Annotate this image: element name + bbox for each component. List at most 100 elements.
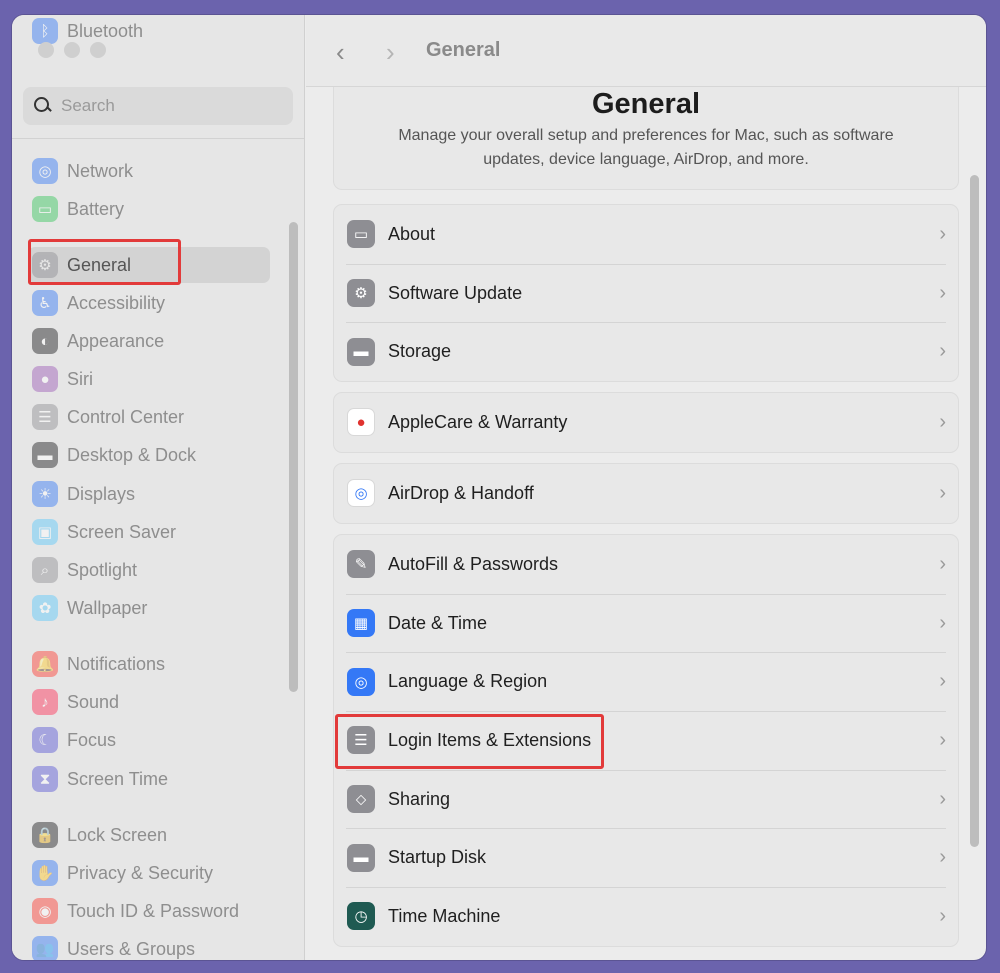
sidebar-item-touch-id-password[interactable]: ◉ Touch ID & Password	[32, 893, 270, 929]
time-machine-icon: ◷	[347, 902, 375, 931]
bluetooth-icon: ᛒ	[32, 18, 58, 44]
sidebar-item-battery[interactable]: ▭ Battery	[32, 191, 270, 227]
chevron-right-icon: ›	[939, 340, 946, 363]
sidebar-item-accessibility[interactable]: ♿ Accessibility	[32, 285, 270, 321]
autofill-icon: ✎	[347, 550, 375, 579]
sidebar-item-label: Desktop & Dock	[67, 444, 197, 465]
sidebar-item-spotlight[interactable]: ⌕ Spotlight	[32, 552, 270, 588]
sidebar-item-label: Bluetooth	[67, 20, 144, 41]
settings-row-applecare-warranty[interactable]: ● AppleCare & Warranty ›	[334, 393, 958, 452]
sidebar-item-label: General	[67, 254, 132, 275]
search-placeholder: Search	[61, 96, 115, 115]
settings-row-storage[interactable]: ▬ Storage ›	[334, 322, 958, 381]
settings-row-language-region[interactable]: ◎ Language & Region ›	[334, 652, 958, 711]
settings-row-airdrop-handoff[interactable]: ◎ AirDrop & Handoff ›	[334, 464, 958, 523]
control-center-icon: ☰	[32, 404, 58, 430]
sidebar-item-label: Appearance	[67, 330, 165, 351]
search-field[interactable]: Search	[23, 87, 293, 125]
forward-button[interactable]: ›	[386, 37, 395, 68]
settings-row-time-machine[interactable]: ◷ Time Machine ›	[334, 887, 958, 946]
sidebar-item-displays[interactable]: ☀ Displays	[32, 476, 270, 512]
minimize-button[interactable]	[64, 42, 80, 58]
settings-row-sharing[interactable]: ⬦ Sharing ›	[334, 769, 958, 829]
sidebar-item-sound[interactable]: ♪ Sound	[32, 684, 270, 720]
sidebar-item-siri[interactable]: ● Siri	[32, 361, 270, 397]
sidebar-item-label: Accessibility	[67, 292, 166, 313]
calendar-icon: ▦	[347, 609, 375, 638]
sidebar-item-label: Siri	[67, 368, 93, 389]
settings-row-software-update[interactable]: ⚙ Software Update ›	[334, 263, 958, 323]
sidebar-item-appearance[interactable]: ◐ Appearance	[32, 323, 270, 359]
sidebar-item-screen-saver[interactable]: ▣ Screen Saver	[32, 514, 270, 550]
focus-icon: ☾	[32, 727, 58, 753]
page-title: General	[592, 88, 700, 120]
sidebar-item-screen-time[interactable]: ⧗ Screen Time	[32, 761, 270, 797]
settings-row-date-time[interactable]: ▦ Date & Time ›	[334, 593, 958, 653]
disk-icon: ▬	[347, 843, 375, 872]
zoom-button[interactable]	[90, 42, 106, 58]
sidebar-item-label: Screen Time	[67, 768, 169, 789]
sidebar-item-general[interactable]: ⚙ General	[28, 247, 270, 283]
settings-group: ▭ About › ⚙ Software Update › ▬ Storage ›	[333, 204, 959, 383]
sidebar-list: ᛒ Bluetooth ◎ Network ▭ Battery ⚙ General ♿ Acces…	[12, 15, 304, 960]
toolbar: ‹ › General	[306, 15, 986, 87]
settings-row-label: Login Items & Extensions	[388, 729, 592, 750]
sidebar-item-lock-screen[interactable]: 🔒 Lock Screen	[32, 817, 270, 853]
chevron-right-icon: ›	[939, 611, 946, 634]
sidebar-item-privacy-security[interactable]: ✋ Privacy & Security	[32, 855, 270, 891]
settings-row-label: Language & Region	[388, 671, 548, 692]
back-button[interactable]: ‹	[336, 37, 345, 68]
sidebar-item-label: Displays	[67, 483, 136, 504]
users-icon: 👥	[32, 936, 58, 960]
sidebar-item-focus[interactable]: ☾ Focus	[32, 722, 270, 758]
settings-row-startup-disk[interactable]: ▬ Startup Disk ›	[334, 828, 958, 887]
sidebar-item-control-center[interactable]: ☰ Control Center	[32, 399, 270, 435]
sidebar-item-wallpaper[interactable]: ✿ Wallpaper	[32, 590, 270, 626]
settings-row-label: Time Machine	[388, 905, 501, 926]
gear-icon: ⚙	[32, 252, 58, 278]
accessibility-icon: ♿	[32, 290, 58, 316]
screen-time-icon: ⧗	[32, 766, 58, 792]
chevron-right-icon: ›	[939, 787, 946, 810]
sidebar-scrollbar[interactable]	[289, 222, 298, 692]
settings-row-label: Storage	[388, 341, 452, 362]
chevron-right-icon: ›	[939, 481, 946, 504]
sidebar-item-label: Privacy & Security	[67, 862, 214, 883]
dock-icon: ▬	[32, 442, 58, 468]
screen-saver-icon: ▣	[32, 519, 58, 545]
apple-icon: ●	[347, 408, 375, 437]
sidebar-item-users-groups[interactable]: 👥 Users & Groups	[32, 931, 270, 960]
close-button[interactable]	[38, 42, 54, 58]
sidebar-item-label: Notifications	[67, 653, 166, 674]
sidebar-item-label: Sound	[67, 691, 120, 712]
settings-row-login-items-extensions[interactable]: ☰ Login Items & Extensions ›	[334, 711, 958, 770]
settings-group: ● AppleCare & Warranty ›	[333, 392, 959, 453]
sidebar-item-notifications[interactable]: 🔔 Notifications	[32, 646, 270, 682]
settings-row-autofill-passwords[interactable]: ✎ AutoFill & Passwords ›	[334, 535, 958, 594]
sidebar-item-network[interactable]: ◎ Network	[32, 153, 270, 189]
battery-icon: ▭	[32, 196, 58, 222]
sidebar-item-label: Screen Saver	[67, 521, 177, 542]
chevron-right-icon: ›	[939, 552, 946, 575]
spotlight-icon: ⌕	[32, 557, 58, 583]
sharing-icon: ⬦	[347, 785, 375, 814]
settings-row-label: Date & Time	[388, 612, 488, 633]
appearance-icon: ◐	[32, 328, 58, 354]
page-description: Manage your overall setup and preference…	[398, 127, 894, 168]
settings-group: ✎ AutoFill & Passwords › ▦ Date & Time › ◎ Lang…	[333, 534, 959, 947]
settings-row-about[interactable]: ▭ About ›	[334, 205, 958, 264]
settings-row-label: Sharing	[388, 788, 451, 809]
fingerprint-icon: ◉	[32, 898, 58, 924]
sidebar-item-label: Lock Screen	[67, 824, 168, 845]
sidebar-divider	[12, 138, 304, 139]
sidebar-item-desktop-dock[interactable]: ▬ Desktop & Dock	[32, 437, 270, 473]
chevron-right-icon: ›	[939, 670, 946, 693]
sidebar-item-label: Battery	[67, 198, 125, 219]
content-scrollbar[interactable]	[970, 175, 979, 847]
sidebar-item-label: Spotlight	[67, 559, 138, 580]
search-icon	[33, 96, 53, 116]
settings-row-label: Software Update	[388, 282, 523, 303]
sidebar-item-label: Network	[67, 160, 134, 181]
displays-icon: ☀	[32, 481, 58, 507]
privacy-hand-icon: ✋	[32, 860, 58, 886]
